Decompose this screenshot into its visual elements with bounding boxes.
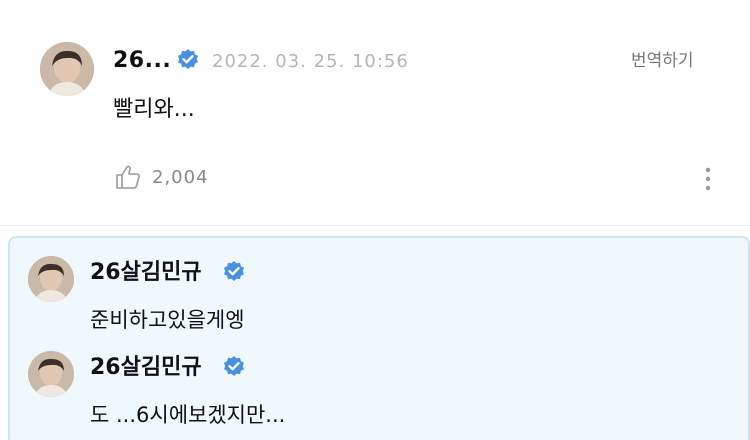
more-options-icon[interactable] [702,166,714,192]
post: 26... 2022. 03. 25. 10:56 번역하기 빨리와... 2,… [0,0,750,226]
avatar[interactable] [40,42,94,96]
divider [0,225,750,226]
reply-text: 도 ...6시에보겠지만... [90,403,286,427]
avatar[interactable] [28,256,74,302]
post-text: 빨리와... [113,97,195,122]
verified-badge-icon [224,356,244,376]
reply-author-name[interactable]: 26살김민규 [90,258,202,288]
reply-item: 26살김민규 준비하고있을게엥 [10,238,750,333]
translate-button[interactable]: 번역하기 [631,49,694,73]
reply-item: 26살김민규 도 ...6시에보겠지만... [10,333,750,428]
author-name[interactable]: 26... [113,47,171,75]
verified-badge-icon [178,49,198,69]
thumbs-up-icon[interactable] [114,163,142,191]
reply-author-name[interactable]: 26살김민규 [90,353,202,383]
reply-thread: 26살김민규 준비하고있을게엥 26살김민규 도 ...6시에보겠지만... [8,236,750,440]
reply-text: 준비하고있을게엥 [90,308,245,332]
avatar[interactable] [28,351,74,397]
like-count: 2,004 [152,167,209,188]
post-timestamp: 2022. 03. 25. 10:56 [212,51,409,72]
verified-badge-icon [224,261,244,281]
